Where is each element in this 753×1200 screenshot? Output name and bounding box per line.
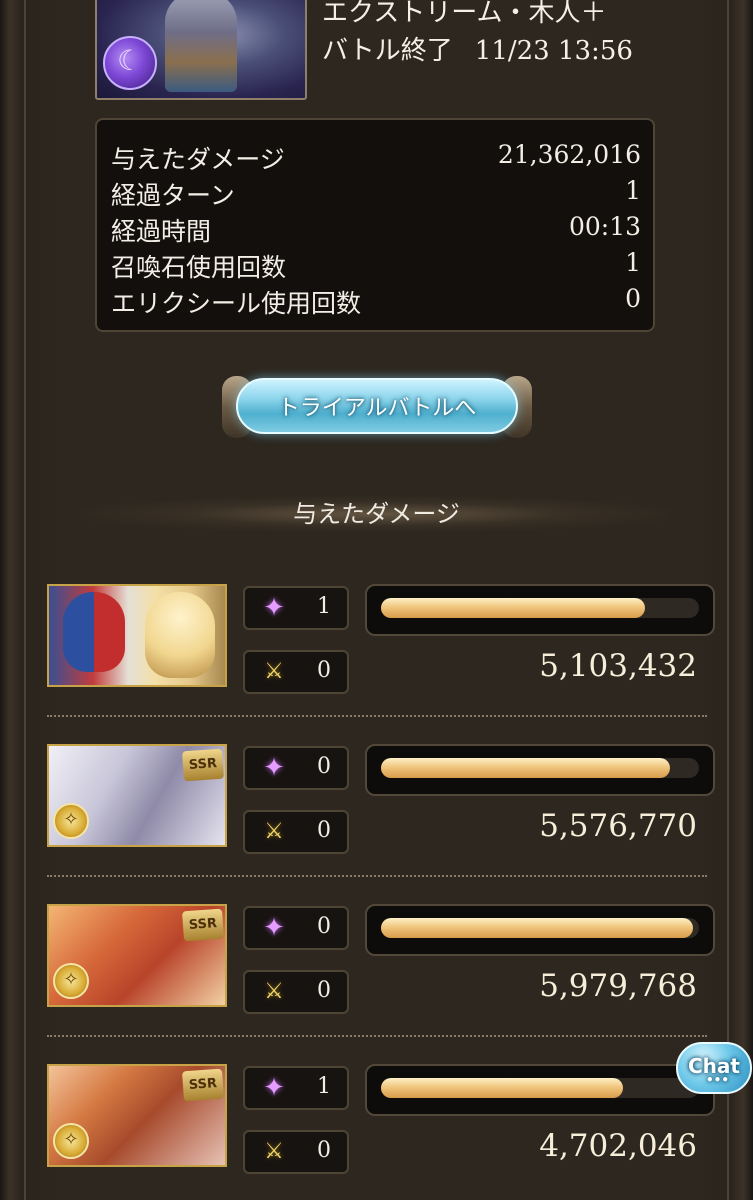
element-light-icon: ✧ <box>53 803 89 839</box>
character-portrait[interactable] <box>47 584 227 687</box>
summon-count-box: ✦ 0 <box>243 746 349 790</box>
sword-count: 0 <box>317 1138 331 1163</box>
damage-bar <box>365 1064 715 1116</box>
quest-title: エクストリーム・木人＋ <box>322 0 607 28</box>
ssr-badge: SSR <box>182 1068 224 1102</box>
quest-status-line: バトル終了 11/23 13:56 <box>322 30 633 67</box>
damage-bar-track <box>381 1078 699 1098</box>
sword-count: 0 <box>317 818 331 843</box>
character-portrait[interactable]: SSR ✧ <box>47 1064 227 1167</box>
character-portrait[interactable]: SSR ✧ <box>47 904 227 1007</box>
crossed-swords-icon: ⚔ <box>264 1139 284 1164</box>
summon-count: 0 <box>317 914 331 939</box>
quest-thumbnail <box>95 0 307 100</box>
crossed-swords-icon: ⚔ <box>264 819 284 844</box>
stat-row-time: 経過時間 00:13 <box>111 212 641 248</box>
row-divider <box>47 875 707 877</box>
damage-value: 4,702,046 <box>539 1128 697 1164</box>
stat-row-turns: 経過ターン 1 <box>111 176 641 212</box>
damage-bar <box>365 584 715 636</box>
stat-value: 1 <box>625 248 641 277</box>
stat-label: 経過時間 <box>111 217 212 246</box>
damage-bar-track <box>381 758 699 778</box>
section-title: 与えたダメージ <box>293 500 460 528</box>
character-row: ✦ 1 ⚔ 0 5,103,432 <box>47 584 715 704</box>
damage-value: 5,576,770 <box>539 808 697 844</box>
stat-value: 00:13 <box>568 212 641 241</box>
summon-count: 1 <box>317 594 331 619</box>
summon-count: 0 <box>317 754 331 779</box>
damage-bar-fill <box>381 598 645 618</box>
blonde-character-art <box>145 592 215 678</box>
character-row: SSR ✧ ✦ 0 ⚔ 0 5,979,768 <box>47 904 715 1024</box>
summon-count-box: ✦ 0 <box>243 906 349 950</box>
summon-count-box: ✦ 1 <box>243 1066 349 1110</box>
sword-count-box: ⚔ 0 <box>243 1130 349 1174</box>
damage-bar-fill <box>381 918 693 938</box>
battle-stats-panel: 与えたダメージ 21,362,016 経過ターン 1 経過時間 00:13 召喚… <box>95 118 655 332</box>
frame-line-right <box>727 0 729 1200</box>
trial-battle-button[interactable]: トライアルバトルへ <box>222 372 532 442</box>
row-divider <box>47 1035 707 1037</box>
summon-sparkle-icon: ✦ <box>263 913 285 943</box>
damage-bar-fill <box>381 1078 623 1098</box>
character-row: SSR ✧ ✦ 0 ⚔ 0 5,576,770 <box>47 744 715 864</box>
damage-value: 5,103,432 <box>539 648 697 684</box>
chat-dots-icon: ••• <box>706 1073 730 1087</box>
sword-count-box: ⚔ 0 <box>243 970 349 1014</box>
summon-sparkle-icon: ✦ <box>263 1073 285 1103</box>
element-light-icon: ✧ <box>53 963 89 999</box>
stat-row-elixirs: エリクシール使用回数 0 <box>111 284 641 320</box>
crossed-swords-icon: ⚔ <box>264 659 284 684</box>
summon-count: 1 <box>317 1074 331 1099</box>
moon-orb-icon <box>103 36 157 90</box>
stat-row-summons: 召喚石使用回数 1 <box>111 248 641 284</box>
ssr-badge: SSR <box>182 748 224 782</box>
sword-count: 0 <box>317 658 331 683</box>
character-row: SSR ✧ ✦ 1 ⚔ 0 4,702,046 <box>47 1064 715 1184</box>
stat-row-damage: 与えたダメージ 21,362,016 <box>111 140 641 176</box>
ssr-badge: SSR <box>182 908 224 942</box>
quest-figure-art <box>165 0 237 92</box>
trial-battle-button-label[interactable]: トライアルバトルへ <box>236 378 518 434</box>
summon-count-box: ✦ 1 <box>243 586 349 630</box>
battle-end-datetime: 11/23 13:56 <box>474 36 633 66</box>
battle-end-label: バトル終了 <box>322 36 453 66</box>
stat-label: 経過ターン <box>111 181 235 210</box>
damage-bar <box>365 904 715 956</box>
summon-sparkle-icon: ✦ <box>263 753 285 783</box>
chat-button[interactable]: Chat ••• <box>676 1042 752 1094</box>
luchador-mask-art <box>63 592 125 672</box>
stat-label: 召喚石使用回数 <box>111 253 287 282</box>
stat-value: 1 <box>625 176 641 205</box>
sword-count-box: ⚔ 0 <box>243 810 349 854</box>
damage-bar-track <box>381 598 699 618</box>
sword-count-box: ⚔ 0 <box>243 650 349 694</box>
damage-bar-track <box>381 918 699 938</box>
character-portrait[interactable]: SSR ✧ <box>47 744 227 847</box>
stat-label: エリクシール使用回数 <box>111 289 362 318</box>
damage-bar-fill <box>381 758 671 778</box>
summon-sparkle-icon: ✦ <box>263 593 285 623</box>
stat-label: 与えたダメージ <box>111 145 285 174</box>
frame-line-left <box>24 0 26 1200</box>
damage-bar <box>365 744 715 796</box>
stat-value: 0 <box>625 284 641 313</box>
damage-value: 5,979,768 <box>539 968 697 1004</box>
element-light-icon: ✧ <box>53 1123 89 1159</box>
row-divider <box>47 715 707 717</box>
crossed-swords-icon: ⚔ <box>264 979 284 1004</box>
stat-value: 21,362,016 <box>497 140 641 169</box>
sword-count: 0 <box>317 978 331 1003</box>
